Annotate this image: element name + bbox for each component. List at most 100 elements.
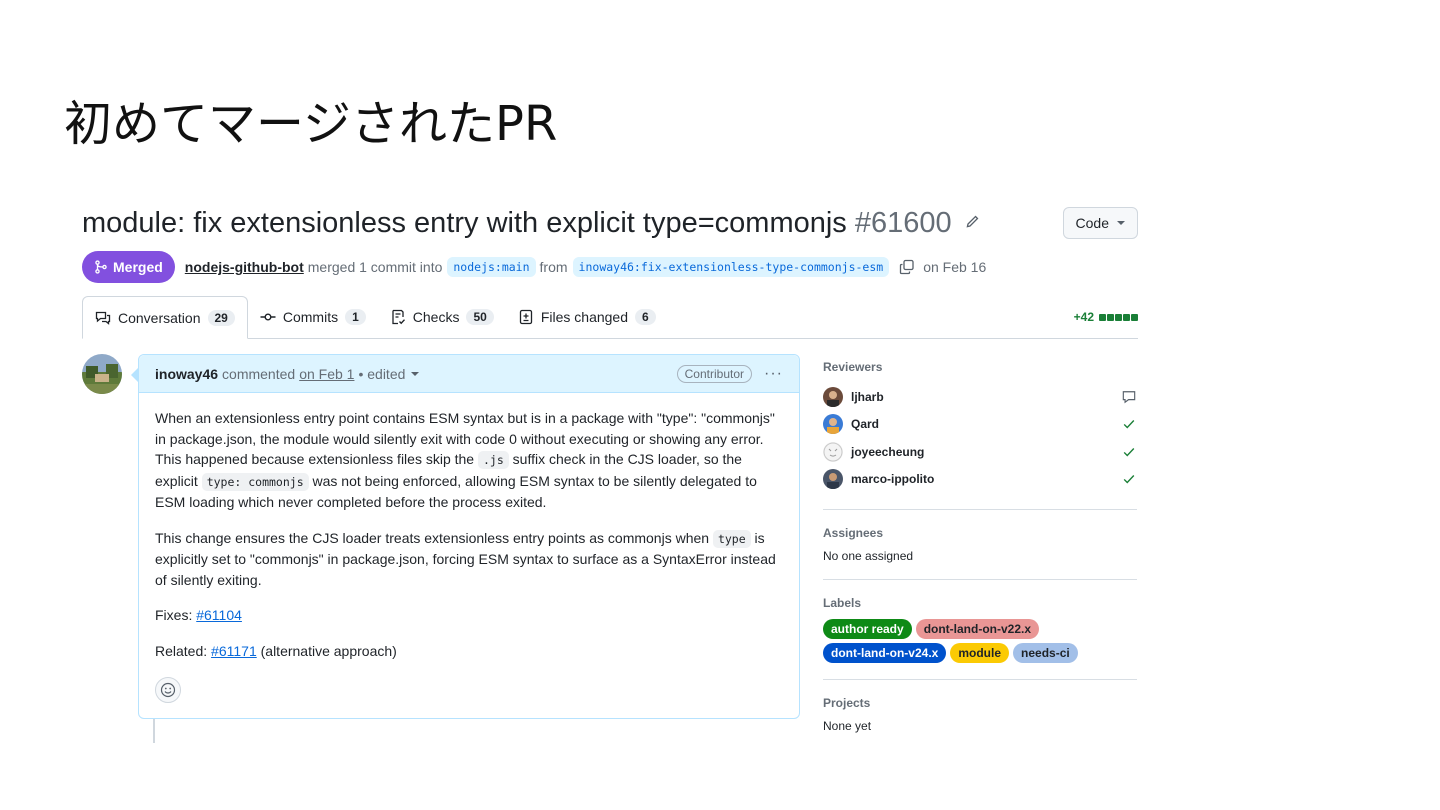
comment-action: commented xyxy=(222,365,296,382)
label-dont-land-on-v22[interactable]: dont-land-on-v22.x xyxy=(915,619,1040,639)
kebab-horizontal-icon[interactable]: ··· xyxy=(764,365,783,383)
avatar xyxy=(823,386,843,407)
assignees-section: Assignees No one assigned xyxy=(823,526,1137,580)
avatar xyxy=(823,469,843,490)
diffstat-box xyxy=(1115,314,1122,321)
reviewer-item[interactable]: joyeecheung xyxy=(823,438,1137,466)
comment-date-link[interactable]: on Feb 1 xyxy=(299,366,354,382)
contributor-badge: Contributor xyxy=(676,364,753,383)
tab-files-changed[interactable]: Files changed 6 xyxy=(506,296,668,338)
label-author-ready[interactable]: author ready xyxy=(823,619,912,639)
chevron-down-icon xyxy=(1117,221,1125,225)
tab-label: Commits xyxy=(282,309,339,325)
merged-by-link[interactable]: nodejs-github-bot xyxy=(185,259,304,275)
assignees-title[interactable]: Assignees xyxy=(823,526,1137,540)
check-icon xyxy=(1121,444,1137,460)
labels-section: Labels author ready dont-land-on-v22.x d… xyxy=(823,596,1137,680)
labels-list: author ready dont-land-on-v22.x dont-lan… xyxy=(823,619,1093,663)
check-icon xyxy=(1121,416,1137,432)
comment-paragraph: This change ensures the CJS loader treat… xyxy=(155,528,783,591)
projects-section: Projects None yet xyxy=(823,696,1137,749)
tab-conversation[interactable]: Conversation 29 xyxy=(82,296,248,339)
projects-value: None yet xyxy=(823,719,872,733)
comment-author[interactable]: inoway46 xyxy=(155,366,218,382)
checklist-icon xyxy=(392,309,405,325)
tab-commits[interactable]: Commits 1 xyxy=(248,296,378,338)
pr-meta: Merged nodejs-github-bot merged 1 commit… xyxy=(82,251,1138,283)
reviewer-item[interactable]: marco-ippolito xyxy=(823,466,1137,494)
inline-code: .js xyxy=(477,451,509,469)
head-branch[interactable]: inoway46:fix-extensionless-type-commonjs… xyxy=(572,257,890,277)
labels-title[interactable]: Labels xyxy=(823,596,1137,610)
reviewer-item[interactable]: Qard xyxy=(823,411,1137,439)
diffstat-box xyxy=(1131,314,1138,321)
label-needs-ci[interactable]: needs-ci xyxy=(1013,643,1078,663)
edited-dropdown[interactable]: • edited xyxy=(358,366,405,382)
comment-discussion-icon xyxy=(95,311,111,325)
reviewer-name: marco-ippolito xyxy=(851,472,935,487)
pull-request-header: module: fix extensionless entry with exp… xyxy=(82,200,1138,339)
avatar xyxy=(823,441,843,462)
label-dont-land-on-v24[interactable]: dont-land-on-v24.x xyxy=(823,643,947,663)
smiley-icon xyxy=(160,682,176,698)
pr-tabs: Conversation 29 Commits 1 Checks 50 File… xyxy=(82,296,1138,339)
slide-title: 初めてマージされたPR xyxy=(64,96,558,152)
diffstat-box xyxy=(1107,314,1114,321)
related-line: Related: #61171 (alternative approach) xyxy=(155,641,783,662)
merge-text: merged 1 commit into xyxy=(307,259,443,275)
comment-icon xyxy=(1121,389,1137,405)
fixes-issue-link[interactable]: #61104 xyxy=(196,607,242,623)
comment-header: inoway46 commented on Feb 1 • edited Con… xyxy=(139,355,799,393)
git-commit-icon xyxy=(260,313,276,321)
label-module[interactable]: module xyxy=(950,643,1010,663)
merged-status-label: Merged xyxy=(113,259,163,275)
reviewer-name: Qard xyxy=(851,417,880,432)
tab-count: 6 xyxy=(635,309,656,325)
git-merge-icon xyxy=(95,260,107,274)
pr-title: module: fix extensionless entry with exp… xyxy=(82,206,847,239)
related-label: Related: xyxy=(155,642,208,659)
reviewer-item[interactable]: ljharb xyxy=(823,383,1137,411)
pr-description-comment: inoway46 commented on Feb 1 • edited Con… xyxy=(131,354,800,719)
tab-count: 29 xyxy=(207,309,235,326)
tab-label: Conversation xyxy=(118,309,201,326)
code-button[interactable]: Code xyxy=(1062,207,1138,239)
file-diff-icon xyxy=(519,309,532,325)
diffstat[interactable]: +42 xyxy=(1074,296,1138,338)
reviewers-title[interactable]: Reviewers xyxy=(823,360,1137,374)
tab-label: Files changed xyxy=(540,309,628,325)
copy-icon[interactable] xyxy=(899,259,915,275)
diffstat-box xyxy=(1099,314,1106,321)
inline-code: type: commonjs xyxy=(201,472,309,491)
pencil-icon[interactable] xyxy=(964,214,982,232)
comment-body: When an extensionless entry point contai… xyxy=(139,393,799,661)
base-branch[interactable]: nodejs:main xyxy=(447,257,536,277)
tab-count: 1 xyxy=(345,309,366,325)
pr-number: #61600 xyxy=(854,206,952,239)
tab-checks[interactable]: Checks 50 xyxy=(378,296,506,338)
timeline-line xyxy=(153,719,155,743)
from-text: from xyxy=(539,259,568,275)
inline-code: type xyxy=(712,529,751,548)
tab-label: Checks xyxy=(412,309,460,325)
comment-paragraph: When an extensionless entry point contai… xyxy=(155,408,783,513)
diffstat-added: +42 xyxy=(1073,310,1094,324)
projects-title[interactable]: Projects xyxy=(823,696,1137,710)
diffstat-bar xyxy=(1098,310,1138,324)
text-run: This change ensures the CJS loader treat… xyxy=(155,529,710,546)
fixes-label: Fixes: xyxy=(155,607,193,623)
tab-count: 50 xyxy=(466,309,494,325)
code-button-label: Code xyxy=(1075,215,1109,231)
reviewers-section: Reviewers ljharb Qard joyeecheung marco-… xyxy=(823,360,1137,510)
diffstat-box xyxy=(1123,314,1130,321)
avatar xyxy=(823,414,843,435)
related-note: (alternative approach) xyxy=(260,642,397,659)
fixes-line: Fixes: #61104 xyxy=(155,605,783,626)
related-issue-link[interactable]: #61171 xyxy=(211,643,257,659)
add-reaction-button[interactable] xyxy=(155,677,181,703)
pr-sidebar: Reviewers ljharb Qard joyeecheung marco-… xyxy=(823,360,1137,765)
reviewer-name: ljharb xyxy=(851,389,884,404)
author-avatar[interactable] xyxy=(82,354,122,394)
pr-title-row: module: fix extensionless entry with exp… xyxy=(82,200,1138,246)
chevron-down-icon[interactable] xyxy=(411,371,420,376)
